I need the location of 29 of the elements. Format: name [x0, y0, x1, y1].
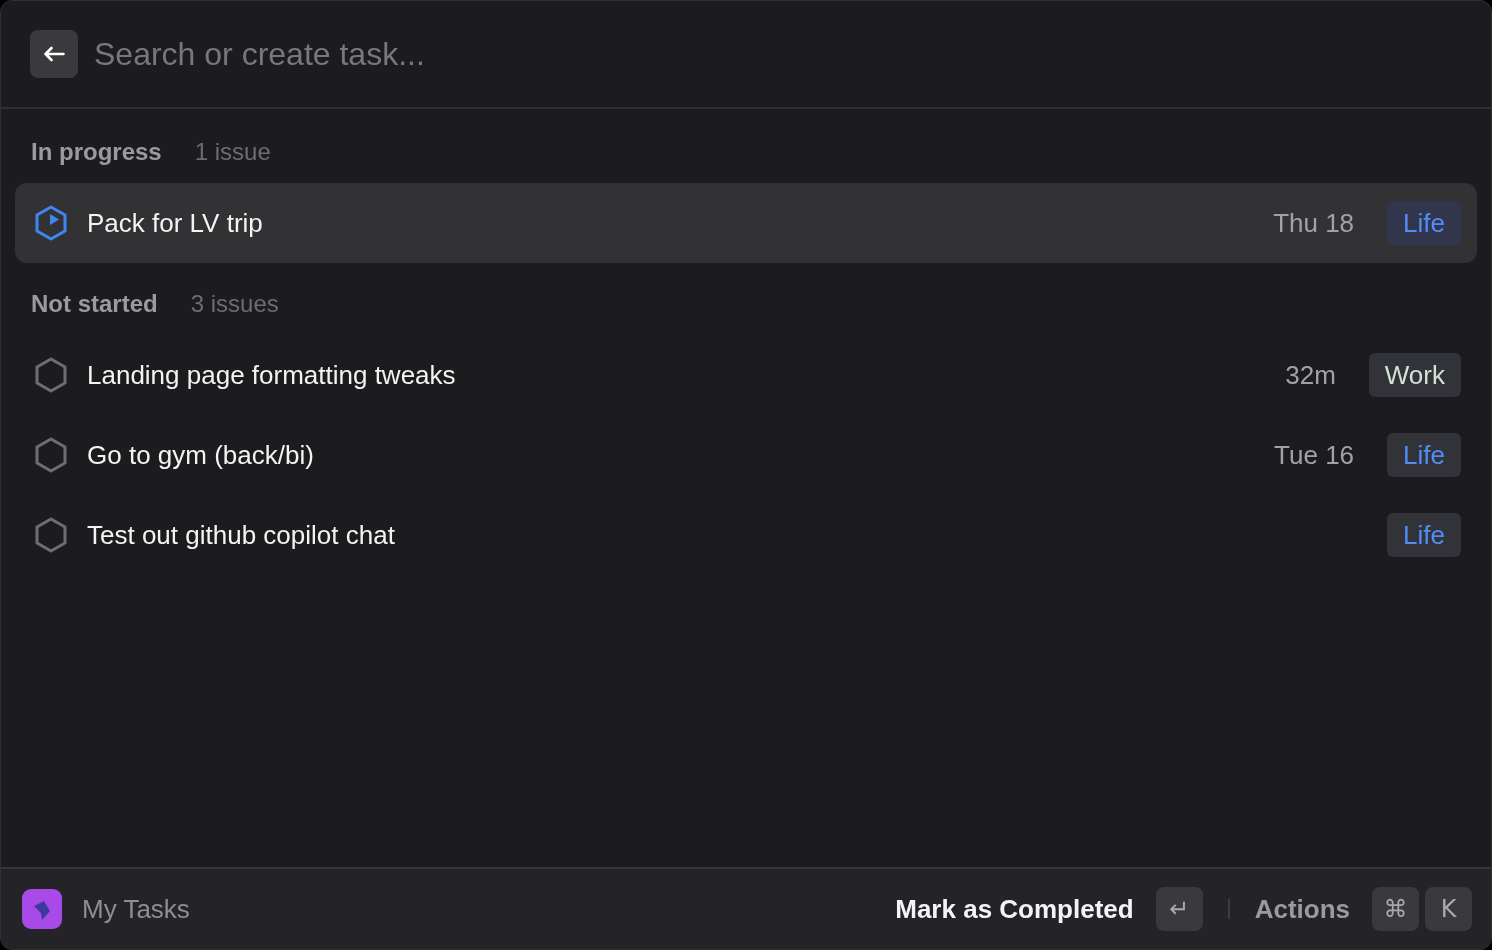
task-row[interactable]: Go to gym (back/bi) Tue 16 Life [15, 415, 1477, 495]
due-date: 32m [1285, 358, 1336, 392]
section-title: Not started [31, 289, 158, 319]
arrow-left-icon [43, 46, 65, 62]
shortcut-key: K [1425, 887, 1472, 931]
due-date: Tue 16 [1274, 438, 1355, 472]
task-title: Go to gym (back/bi) [87, 438, 314, 472]
category-tag: Life [1387, 201, 1461, 245]
category-tag: Life [1387, 433, 1461, 477]
category-tag: Work [1368, 353, 1461, 397]
issue-count: 3 issues [190, 289, 279, 319]
search-field[interactable]: Search or create task... [94, 30, 1467, 78]
task-title: Landing page formatting tweaks [87, 358, 456, 392]
task-title: Test out github copilot chat [87, 518, 395, 552]
back-button[interactable] [30, 30, 78, 78]
task-row[interactable]: Landing page formatting tweaks 32m Work [15, 335, 1477, 415]
mark-completed-button[interactable]: Mark as Completed [895, 889, 1134, 929]
actions-button[interactable]: Actions [1254, 889, 1350, 929]
app-name: My Tasks [82, 892, 190, 926]
section-title: In progress [31, 137, 162, 167]
issue-count: 1 issue [194, 137, 271, 167]
shortcut-key: ⌘ [1372, 887, 1419, 931]
task-row[interactable]: Pack for LV trip Thu 18 Life [15, 183, 1477, 263]
task-title: Pack for LV trip [87, 206, 263, 240]
due-date: Thu 18 [1273, 206, 1355, 240]
shortcut-key: ↵ [1155, 887, 1203, 931]
task-row[interactable]: Test out github copilot chat Life [15, 495, 1477, 575]
app-icon [22, 889, 62, 929]
category-tag: Life [1387, 513, 1461, 557]
